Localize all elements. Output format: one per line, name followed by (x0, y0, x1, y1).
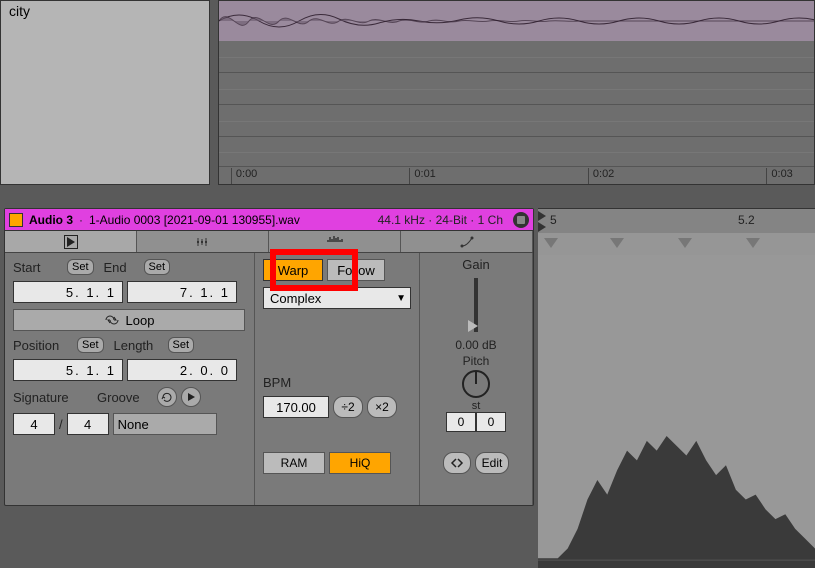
warp-marker-icon[interactable] (610, 238, 624, 248)
loop-icon (104, 314, 120, 326)
clip-tab-row (5, 231, 533, 253)
play-icon (64, 235, 78, 249)
clip-color-swatch[interactable] (9, 213, 23, 227)
ruler-tick: 5.2 (738, 213, 755, 227)
arrangement-timeline[interactable]: 0:00 0:01 0:02 0:03 (219, 168, 814, 184)
loop-length-field[interactable]: 2. 0. 0 (127, 359, 237, 381)
reverse-icon (450, 457, 464, 469)
gain-slider[interactable] (474, 278, 478, 332)
start-label: Start (13, 260, 63, 275)
clip-waveform-lane[interactable] (219, 1, 814, 41)
warp-marker-icon[interactable] (746, 238, 760, 248)
bpm-field[interactable]: 170.00 (263, 396, 329, 418)
ram-toggle[interactable]: RAM (263, 452, 325, 474)
automation-lane[interactable] (219, 73, 814, 105)
sample-region-column: Start Set End Set 5. 1. 1 7. 1. 1 Loop P… (5, 253, 255, 505)
groove-commit-button[interactable] (157, 387, 177, 407)
set-position-button[interactable]: Set (77, 337, 104, 353)
sample-ruler[interactable]: 5 5.2 (538, 209, 815, 233)
clip-audio-info: 44.1 kHz · 24-Bit · 1 Ch (378, 213, 503, 227)
set-length-button[interactable]: Set (168, 337, 195, 353)
tab-envelope[interactable] (269, 231, 401, 252)
clip-name[interactable]: Audio 3 (29, 213, 73, 227)
automation-lane[interactable] (219, 105, 814, 137)
position-label: Position (13, 338, 73, 353)
commit-icon (161, 391, 173, 403)
bpm-half-button[interactable]: ÷2 (333, 396, 363, 418)
reverse-button[interactable] (443, 452, 471, 474)
clip-save-button[interactable] (513, 212, 529, 228)
loop-toggle[interactable]: Loop (13, 309, 245, 331)
play-icon (185, 391, 197, 403)
tab-expression[interactable] (401, 231, 533, 252)
groove-label: Groove (97, 390, 153, 405)
gain-pitch-column: Gain 0.00 dB Pitch st 0 0 Edit (420, 253, 533, 505)
warp-marker-icon[interactable] (544, 238, 558, 248)
hiq-toggle[interactable]: HiQ (329, 452, 391, 474)
automation-lane[interactable] (219, 137, 814, 167)
waveform-icon (538, 255, 815, 568)
browser-item-label: city (9, 3, 30, 19)
groove-extract-button[interactable] (181, 387, 201, 407)
pitch-label: Pitch (463, 354, 490, 368)
sample-waveform[interactable] (538, 255, 815, 568)
bpm-label: BPM (263, 375, 291, 390)
tab-sample[interactable] (5, 231, 137, 252)
browser-panel: city (0, 0, 210, 185)
pitch-unit-label: st (472, 400, 481, 412)
set-end-button[interactable]: Set (144, 259, 171, 275)
signature-numerator[interactable]: 4 (13, 413, 55, 435)
ruler-tick: 5 (550, 213, 557, 227)
loop-position-field[interactable]: 5. 1. 1 (13, 359, 123, 381)
end-label: End (104, 260, 140, 275)
pitch-coarse-field[interactable]: 0 (446, 412, 476, 432)
slider-thumb-icon (468, 320, 478, 332)
groove-select[interactable]: None (113, 413, 217, 435)
warp-mode-select[interactable]: Complex (263, 287, 411, 309)
pitch-fine-field[interactable]: 0 (476, 412, 506, 432)
pitch-values: 0 0 (446, 412, 506, 432)
bpm-double-button[interactable]: ×2 (367, 396, 397, 418)
sample-editor[interactable]: 5 5.2 (538, 208, 815, 568)
timeline-tick: 0:01 (409, 168, 435, 184)
warp-marker-row[interactable] (538, 233, 815, 255)
signature-denominator[interactable]: 4 (67, 413, 109, 435)
warp-column: Warp Follow Complex BPM 170.00 ÷2 ×2 RAM… (255, 253, 420, 505)
waveform-icon (327, 234, 343, 250)
clip-header: Audio 3 · 1-Audio 0003 [2021-09-01 13095… (5, 209, 533, 231)
arrangement-track-area[interactable]: 0:00 0:01 0:02 0:03 (218, 0, 815, 185)
edit-button[interactable]: Edit (475, 452, 510, 474)
chevron-right-icon[interactable] (538, 211, 546, 221)
gain-value: 0.00 dB (455, 338, 496, 352)
clip-filename: 1-Audio 0003 [2021-09-01 130955].wav (89, 213, 300, 227)
signature-label: Signature (13, 390, 93, 405)
warp-marker-icon[interactable] (678, 238, 692, 248)
curve-icon (459, 234, 475, 250)
warp-toggle[interactable]: Warp (263, 259, 323, 281)
length-label: Length (114, 338, 164, 353)
pitch-knob[interactable] (462, 370, 490, 398)
timeline-tick: 0:03 (766, 168, 792, 184)
set-start-button[interactable]: Set (67, 259, 94, 275)
automation-lane[interactable] (219, 41, 814, 73)
clip-view-panel: Audio 3 · 1-Audio 0003 [2021-09-01 13095… (4, 208, 534, 506)
end-position-field[interactable]: 7. 1. 1 (127, 281, 237, 303)
timeline-tick: 0:00 (231, 168, 257, 184)
follow-toggle[interactable]: Follow (327, 259, 385, 281)
chevron-right-icon[interactable] (538, 222, 546, 232)
start-position-field[interactable]: 5. 1. 1 (13, 281, 123, 303)
gain-label: Gain (462, 257, 489, 272)
waveform-icon (219, 1, 814, 41)
notes-icon (195, 234, 211, 250)
timeline-tick: 0:02 (588, 168, 614, 184)
tab-notes[interactable] (137, 231, 269, 252)
